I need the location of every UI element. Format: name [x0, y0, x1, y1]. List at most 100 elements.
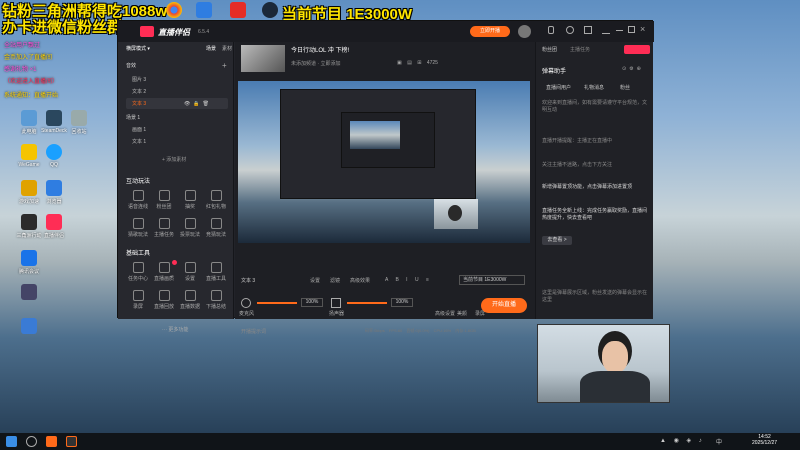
taskbar: ▲ ◉ ◈ ♪ 中 14:52 2025/12/27: [0, 433, 800, 450]
tool-task-center[interactable]: 任务中心: [126, 262, 150, 282]
desktop-icon-meeting[interactable]: 腾讯会议: [5, 250, 53, 275]
tool-download[interactable]: 直播工具: [204, 262, 228, 282]
tool-record[interactable]: 录屏: [126, 290, 150, 310]
maximize-icon[interactable]: [628, 26, 635, 33]
speaker-volume-slider[interactable]: [347, 302, 387, 304]
fans-count: 4725: [426, 60, 438, 66]
interaction-redpacket[interactable]: 红包礼物: [204, 190, 228, 210]
interaction-voice[interactable]: 语音连线: [126, 190, 150, 210]
tool-replay[interactable]: 直播回放: [152, 290, 176, 310]
menu-icon[interactable]: [602, 26, 610, 34]
desktop-icon-livecompanion[interactable]: 浏览器: [30, 180, 78, 205]
desktop-icon-douyin[interactable]: 直播伴侣: [30, 214, 78, 239]
chat-line: （欢迎进入直播间）: [4, 79, 59, 85]
system-tray-icons[interactable]: ▲ ◉ ◈ ♪: [660, 437, 705, 444]
tools-title: 基础工具: [126, 251, 151, 257]
tab-anchor-task[interactable]: 主播任务: [570, 46, 590, 53]
mic-volume-value[interactable]: 100%: [301, 298, 323, 307]
subtab-users[interactable]: 直播间用户: [546, 84, 571, 91]
toolbar-effects[interactable]: 高级效果: [350, 277, 370, 284]
helper-tools[interactable]: ⊙⚙⊕: [622, 66, 644, 72]
gear-icon[interactable]: [584, 26, 592, 34]
interaction-song[interactable]: 猜歌玩法: [126, 218, 150, 238]
chrome-icon[interactable]: [166, 2, 182, 18]
start-prompt-link[interactable]: 开播提示词: [241, 328, 266, 335]
person-head: [448, 205, 462, 221]
start-live-button[interactable]: 开始直播: [481, 298, 527, 313]
scene-item[interactable]: 文本 1: [132, 138, 146, 148]
danmaku-helper-title: 弹幕助手: [542, 69, 567, 75]
nested-capture-deep: [350, 121, 400, 149]
interaction-vote[interactable]: 投票玩法: [178, 218, 202, 238]
interaction-fans[interactable]: 粉丝团: [152, 190, 176, 210]
game-icon[interactable]: [196, 2, 212, 18]
close-icon[interactable]: ×: [640, 24, 645, 34]
advanced-settings-button[interactable]: 高级设置: [435, 310, 455, 317]
speaker-volume-value[interactable]: 100%: [391, 298, 413, 307]
clock[interactable]: 14:52 2025/12/27: [752, 434, 777, 446]
taskbar-app-icon[interactable]: [46, 436, 57, 447]
steam-icon[interactable]: [262, 2, 278, 18]
preview-canvas[interactable]: [238, 81, 530, 243]
more-functions-button[interactable]: ··· 更多功能: [162, 326, 188, 336]
scene-item[interactable]: 画面 1: [132, 126, 146, 136]
scene-item-actions[interactable]: 👁🔒🗑: [184, 101, 224, 107]
app-icon[interactable]: [230, 2, 246, 18]
windows-start-icon[interactable]: [6, 436, 17, 447]
view-button[interactable]: 去查看 >: [542, 236, 572, 245]
channel-subtitle[interactable]: 未添加频道 · 立即添加: [291, 60, 340, 67]
add-source-button[interactable]: + 添加素材: [162, 156, 186, 166]
chat-line: 感谢礼物 ×1: [4, 67, 37, 73]
scene-item-label: 文本 3: [132, 101, 147, 107]
nested-capture: [280, 89, 476, 199]
desktop-icon-generic2[interactable]: [5, 318, 53, 336]
desktop-icon-qq[interactable]: QQ: [30, 144, 78, 168]
tool-quality[interactable]: 直播画质: [152, 262, 176, 282]
headset-icon[interactable]: [566, 26, 574, 34]
tab-source[interactable]: 素材: [222, 45, 232, 55]
tool-summary[interactable]: 下播总结: [204, 290, 228, 310]
notification-icon[interactable]: [548, 26, 554, 34]
guess-icon: [210, 218, 222, 229]
language-indicator[interactable]: 中: [716, 437, 722, 446]
close-panel-button[interactable]: [624, 45, 650, 54]
subtab-fans[interactable]: 粉丝: [620, 84, 630, 91]
search-icon[interactable]: [26, 436, 37, 447]
subtab-gifts[interactable]: 礼物消息: [584, 84, 604, 91]
badge-dot: [172, 260, 177, 265]
mode-selector[interactable]: 横屏模式 ▾: [126, 45, 150, 55]
stream-title[interactable]: 今日行动LOL 冲 下榜!: [291, 45, 349, 54]
tab-scene[interactable]: 场景: [206, 45, 216, 55]
interaction-task[interactable]: 主播任务: [152, 218, 176, 238]
source-label: 文本 3: [241, 278, 256, 284]
app-logo-icon: [140, 26, 154, 37]
scene-item[interactable]: 文本 2: [132, 88, 146, 98]
minimize-icon[interactable]: [616, 30, 623, 31]
title-bar: 直播伴侣 6.5.4 立即开播 ×: [118, 21, 654, 42]
tab-fans-club[interactable]: 粉丝团: [542, 46, 557, 53]
tool-data[interactable]: 直播数据: [178, 290, 202, 310]
taskbar-game-icon[interactable]: [66, 436, 77, 447]
interaction-lottery[interactable]: 抽奖: [178, 190, 202, 210]
desktop-icon-recycle[interactable]: 回收站: [55, 110, 103, 135]
mic-volume-slider[interactable]: [257, 302, 297, 304]
tool-settings[interactable]: 设置: [178, 262, 202, 282]
beauty-button[interactable]: 美颜: [457, 310, 467, 317]
top-actions[interactable]: ▣ ▤ ⊞ 4725: [397, 60, 525, 68]
scene-group[interactable]: 场景 1: [126, 114, 140, 124]
interaction-guess[interactable]: 竞猜玩法: [204, 218, 228, 238]
program-text-input[interactable]: 当前节目 1E3000W: [459, 275, 525, 285]
start-stream-header-button[interactable]: 立即开播: [470, 26, 510, 37]
add-scene-icon[interactable]: +: [222, 61, 227, 70]
mic-icon[interactable]: [241, 298, 251, 308]
text-format-icons[interactable]: A B I U ≡: [385, 277, 432, 283]
speaker-icon[interactable]: [331, 298, 341, 308]
avatar[interactable]: [518, 25, 531, 38]
scene-item[interactable]: 图片 3: [132, 76, 146, 86]
cover-thumbnail[interactable]: [241, 45, 285, 72]
person-body: [580, 371, 650, 402]
sound-tab[interactable]: 音效: [126, 62, 136, 72]
desktop-icon-generic[interactable]: [5, 284, 53, 302]
toolbar-filter[interactable]: 滤镜: [330, 277, 340, 284]
toolbar-settings[interactable]: 设置: [310, 277, 320, 284]
